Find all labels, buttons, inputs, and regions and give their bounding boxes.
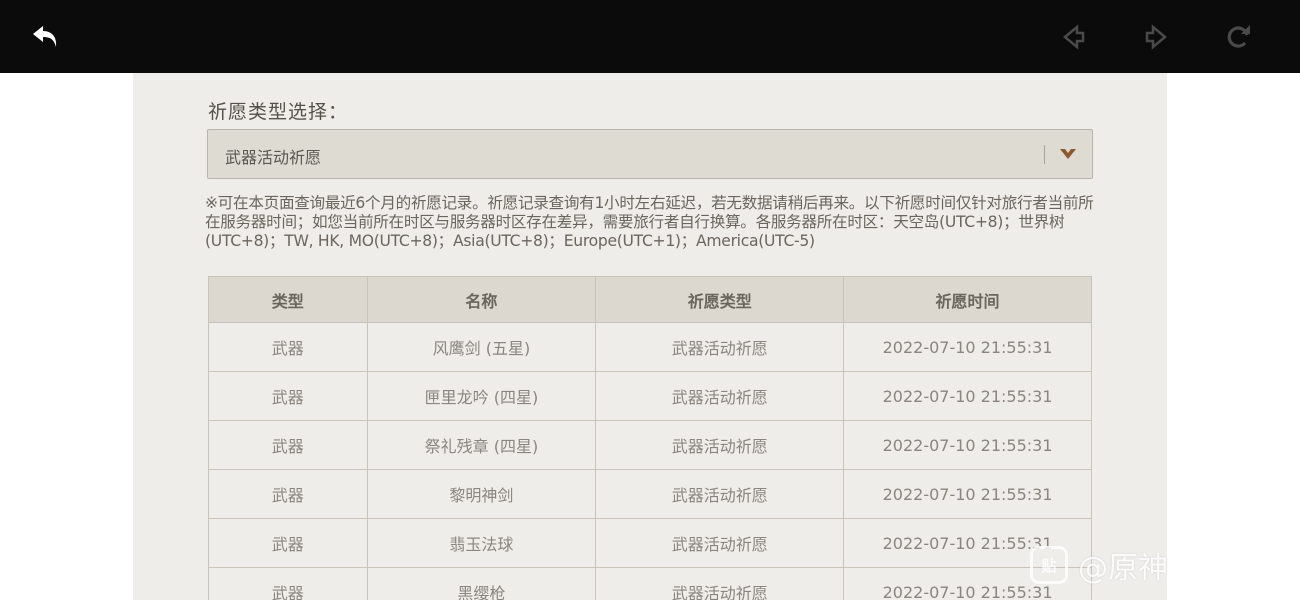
prev-arrow-icon [1063, 24, 1085, 50]
back-arrow-icon [33, 26, 57, 47]
cell-item-name: 黎明神剑 [366, 469, 597, 519]
watermark: 贴 @原神 [1030, 543, 1168, 587]
chevron-down-icon [1060, 149, 1076, 159]
cell-wish-type: 武器活动祈愿 [595, 322, 845, 372]
table-row: 武器 风鹰剑 (五星) 武器活动祈愿 2022-07-10 21:55:31 [208, 322, 1092, 372]
cell-type: 武器 [208, 567, 368, 600]
cell-item-name: 翡玉法球 [366, 518, 597, 568]
forward-button[interactable] [1137, 18, 1175, 56]
header-name: 名称 [366, 276, 597, 323]
wish-history-table: 类型 名称 祈愿类型 祈愿时间 武器 风鹰剑 (五星) 武器活动祈愿 2022-… [208, 276, 1092, 600]
header-wish-time: 祈愿时间 [843, 276, 1092, 323]
cell-type: 武器 [208, 518, 368, 568]
cell-type: 武器 [208, 469, 368, 519]
cell-wish-time: 2022-07-10 21:55:31 [843, 322, 1092, 372]
cell-type: 武器 [208, 322, 368, 372]
cell-wish-time: 2022-07-10 21:55:31 [843, 420, 1092, 470]
cell-wish-type: 武器活动祈愿 [595, 371, 845, 421]
cell-wish-type: 武器活动祈愿 [595, 420, 845, 470]
cell-wish-type: 武器活动祈愿 [595, 469, 845, 519]
tieba-logo-icon: 贴 [1030, 546, 1068, 584]
table-header-row: 类型 名称 祈愿类型 祈愿时间 [208, 276, 1092, 323]
cell-wish-type: 武器活动祈愿 [595, 567, 845, 600]
next-arrow-icon [1145, 24, 1167, 50]
table-row: 武器 祭礼残章 (四星) 武器活动祈愿 2022-07-10 21:55:31 [208, 420, 1092, 470]
cell-type: 武器 [208, 420, 368, 470]
back-button[interactable] [27, 18, 65, 56]
cell-wish-type: 武器活动祈愿 [595, 518, 845, 568]
top-toolbar [0, 0, 1300, 73]
cell-wish-time: 2022-07-10 21:55:31 [843, 469, 1092, 519]
header-type: 类型 [208, 276, 368, 323]
cell-type: 武器 [208, 371, 368, 421]
wish-type-selected-value: 武器活动祈愿 [225, 148, 322, 167]
table-row: 武器 匣里龙吟 (四星) 武器活动祈愿 2022-07-10 21:55:31 [208, 371, 1092, 421]
cell-item-name: 风鹰剑 (五星) [366, 322, 597, 372]
back-history-button[interactable] [1055, 18, 1093, 56]
table-row: 武器 黎明神剑 武器活动祈愿 2022-07-10 21:55:31 [208, 469, 1092, 519]
header-wish-type: 祈愿类型 [595, 276, 845, 323]
table-row: 武器 翡玉法球 武器活动祈愿 2022-07-10 21:55:31 [208, 518, 1092, 568]
cell-item-name: 黑缨枪 [366, 567, 597, 600]
refresh-icon [1227, 25, 1250, 48]
table-row: 武器 黑缨枪 武器活动祈愿 2022-07-10 21:55:31 [208, 567, 1092, 600]
wish-type-select[interactable]: 武器活动祈愿 [207, 129, 1093, 179]
cell-wish-time: 2022-07-10 21:55:31 [843, 371, 1092, 421]
wish-type-label: 祈愿类型选择： [208, 101, 349, 123]
select-divider [1044, 145, 1045, 164]
notice-text: ※可在本页面查询最近6个月的祈愿记录。祈愿记录查询有1小时左右延迟，若无数据请稍… [205, 194, 1094, 250]
watermark-text: @原神 [1078, 551, 1168, 586]
cell-item-name: 匣里龙吟 (四星) [366, 371, 597, 421]
refresh-button[interactable] [1220, 18, 1258, 56]
cell-item-name: 祭礼残章 (四星) [366, 420, 597, 470]
wish-history-panel: 祈愿类型选择： 武器活动祈愿 ※可在本页面查询最近6个月的祈愿记录。祈愿记录查询… [133, 73, 1167, 600]
